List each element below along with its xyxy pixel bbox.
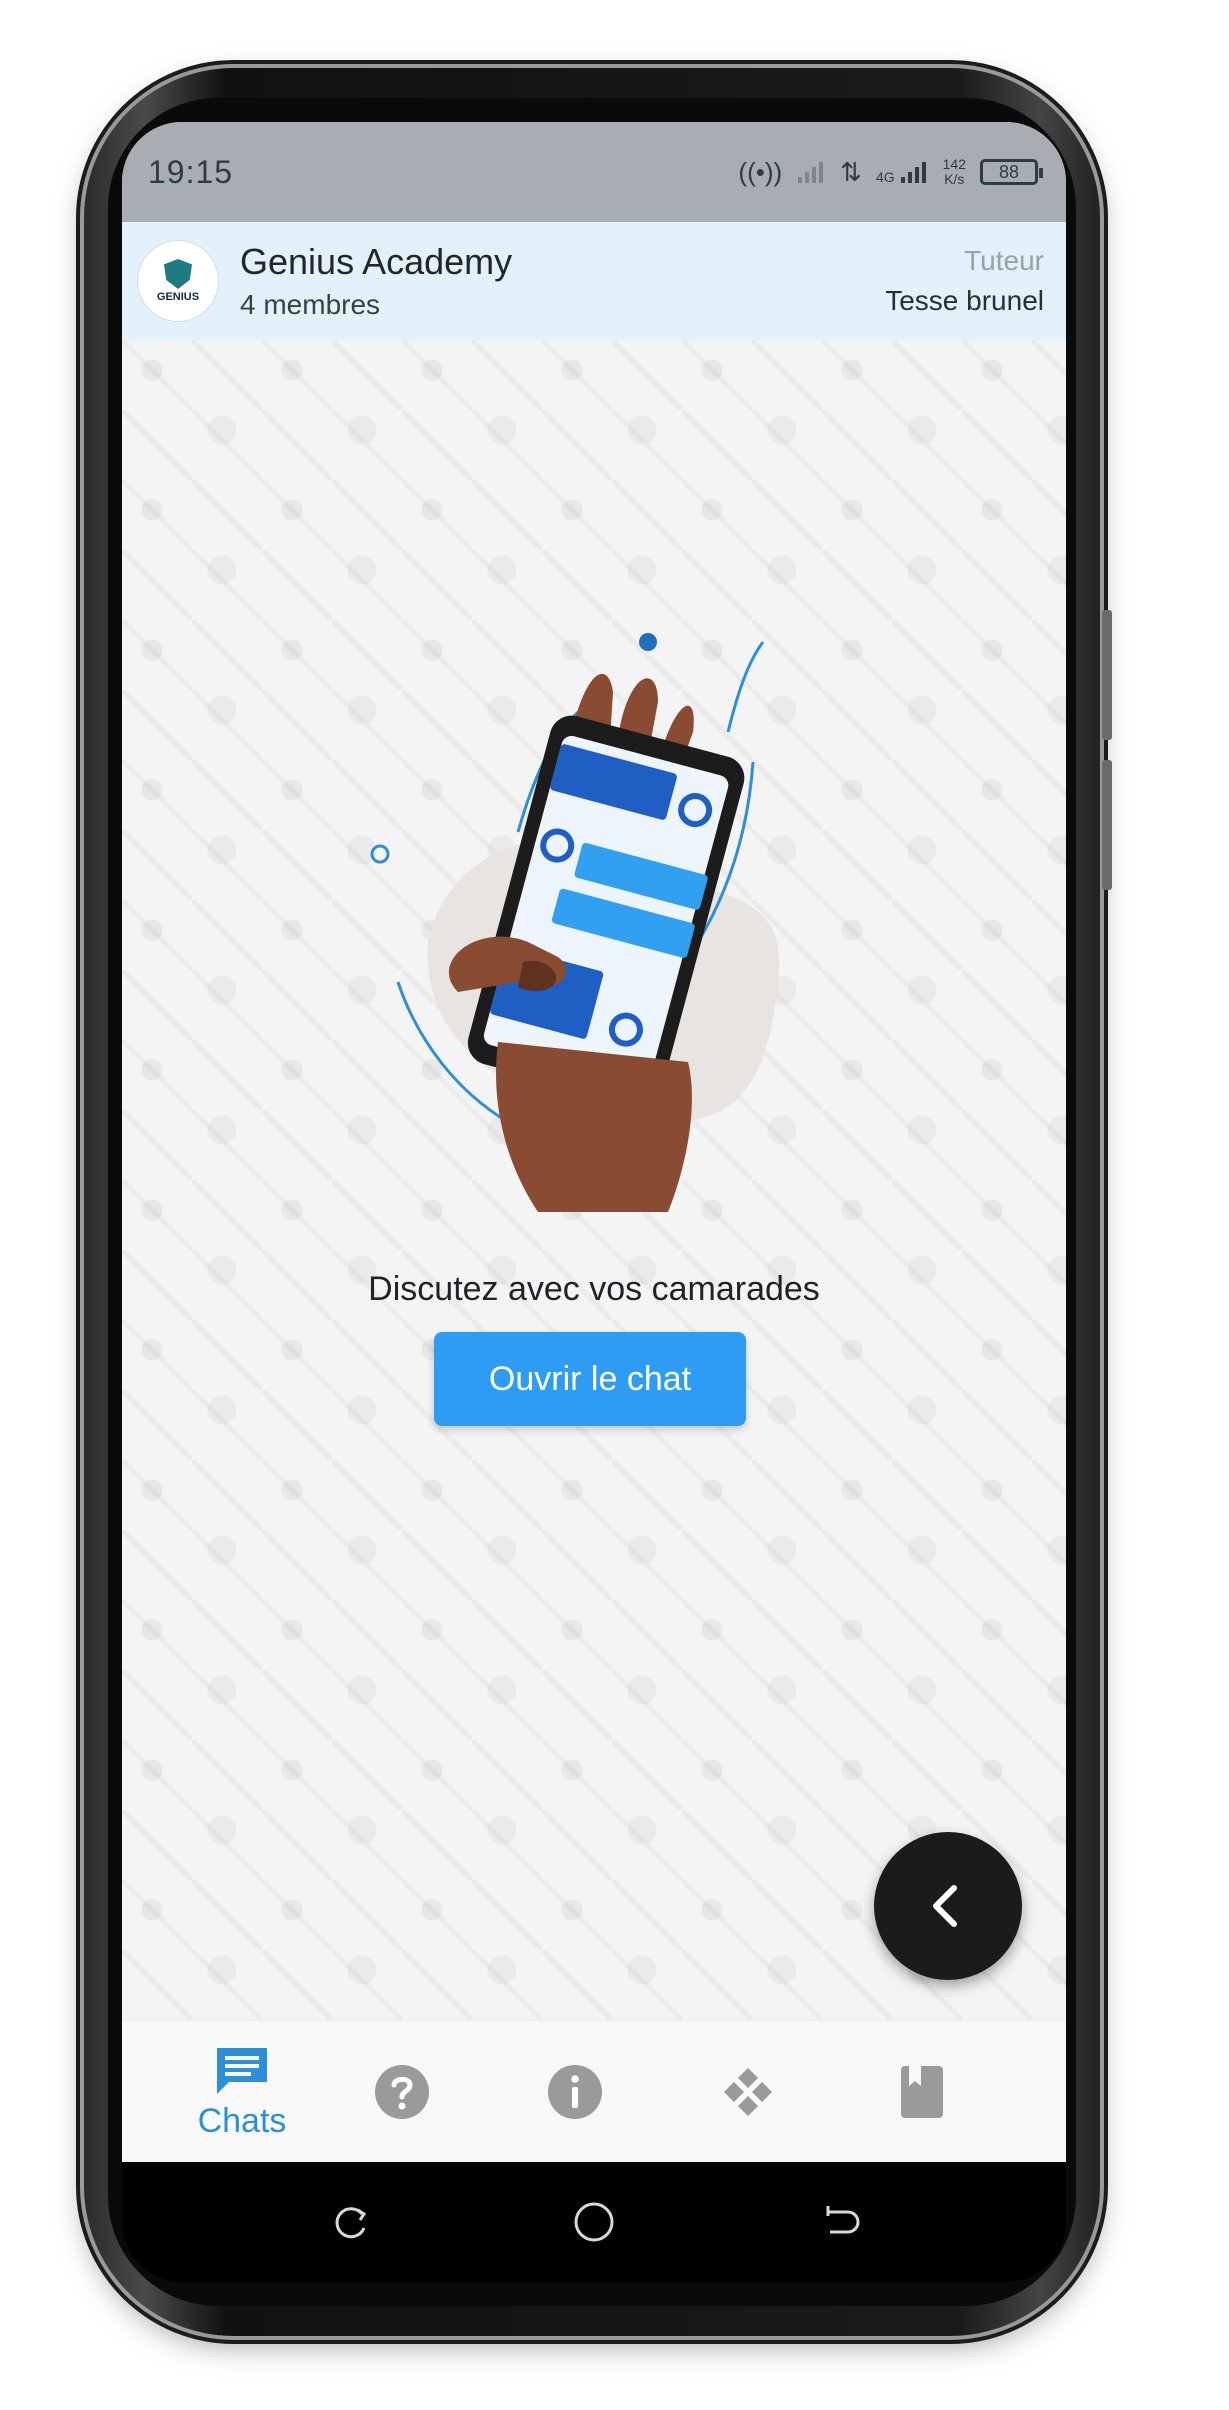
chat-prompt: Discutez avec vos camarades: [368, 1270, 820, 1308]
group-info: Genius Academy 4 membres: [240, 241, 512, 321]
member-count: 4 membres: [240, 289, 381, 320]
group-name: Genius Academy: [240, 241, 513, 282]
nav-item-info[interactable]: [515, 2021, 635, 2162]
info-icon: [548, 2065, 602, 2119]
open-chat-button[interactable]: Ouvrir le chat: [434, 1332, 746, 1426]
device-canvas: 19:15 ((•)) ⇅ 4G 142 K/s 88 GENIUS Geniu…: [0, 0, 1229, 2410]
recent-apps-icon[interactable]: [330, 2202, 370, 2242]
group-logo[interactable]: GENIUS: [138, 241, 218, 321]
logo-wordmark: GENIUS: [156, 291, 200, 303]
status-bar: 19:15 ((•)) ⇅ 4G 142 K/s 88: [122, 122, 1066, 222]
help-icon: [375, 2065, 429, 2119]
signal-strong-icon: [900, 162, 926, 183]
chat-icon: [217, 2047, 267, 2094]
system-navigation-bar: [122, 2162, 1066, 2282]
book-icon: [901, 2066, 943, 2118]
tutor-name: Tesse brunel: [885, 285, 1044, 316]
chevron-left-icon: [933, 1885, 957, 1927]
power-button: [1102, 760, 1112, 890]
network-indicator: 4G: [876, 159, 929, 185]
nav-label-chats: Chats: [197, 2101, 287, 2140]
app-screen: 19:15 ((•)) ⇅ 4G 142 K/s 88 GENIUS Geniu…: [122, 122, 1066, 2162]
battery-level: 88: [998, 161, 1020, 182]
hotspot-icon: ((•)): [738, 156, 783, 187]
volume-button: [1102, 610, 1112, 740]
network-type-label: 4G: [875, 169, 895, 185]
tutor-info: Tuteur Tesse brunel: [885, 245, 1044, 317]
chat-illustration: [370, 633, 780, 1212]
nav-item-games[interactable]: [688, 2021, 808, 2162]
nav-item-help[interactable]: [342, 2021, 462, 2162]
shield-icon: [164, 259, 192, 289]
battery-icon: 88: [980, 159, 1043, 185]
home-icon[interactable]: [572, 2200, 616, 2244]
nav-item-chats[interactable]: Chats: [162, 2021, 322, 2162]
signal-icon: [798, 162, 824, 183]
status-time: 19:15: [148, 153, 234, 190]
tutor-role-label: Tuteur: [964, 245, 1044, 276]
network-speed-unit: K/s: [944, 171, 965, 187]
status-indicators: ((•)) ⇅ 4G 142 K/s 88: [738, 156, 1043, 188]
back-nav-icon[interactable]: [822, 2202, 862, 2242]
games-icon: [724, 2068, 772, 2116]
nav-item-book[interactable]: [862, 2021, 982, 2162]
back-fab[interactable]: [874, 1832, 1022, 1980]
network-speed: 142 K/s: [943, 157, 966, 187]
network-speed-value: 142: [942, 156, 966, 172]
chat-header[interactable]: GENIUS Genius Academy 4 membres Tuteur T…: [122, 222, 1066, 340]
data-transfer-icon: ⇅: [840, 156, 862, 187]
bottom-navigation: Chats: [122, 2020, 1066, 2162]
